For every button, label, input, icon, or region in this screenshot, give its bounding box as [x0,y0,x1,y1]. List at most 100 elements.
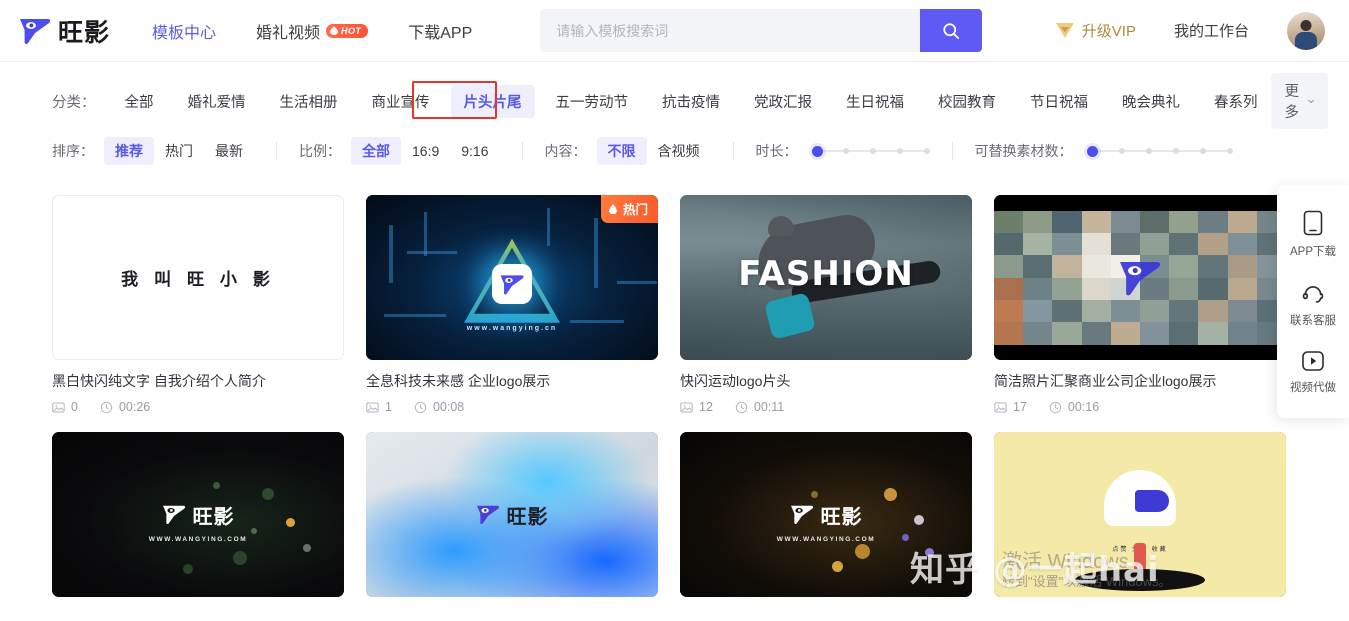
category-item-business-promo[interactable]: 商业宣传 [359,85,443,118]
category-more-label: 更多 [1284,84,1300,121]
nav-item-download-app[interactable]: 下载APP [408,19,472,43]
chevron-down-icon [1307,99,1314,103]
avatar[interactable] [1287,11,1325,50]
clip-count-value: 12 [699,400,713,414]
ratio-option-9-16[interactable]: 9:16 [450,139,499,163]
category-item-gala[interactable]: 晚会典礼 [1109,85,1193,118]
nav-label: 婚礼视频 [256,24,321,42]
clip-count: 0 [52,400,78,414]
duration-value: 00:16 [1067,400,1100,414]
slider-step[interactable] [870,148,876,154]
nav-item-wedding-video[interactable]: 婚礼视频 HOT [256,19,369,43]
duration: 00:11 [735,400,784,414]
logo-url-text: WWW.WANGYING.COM [148,535,248,543]
headset-icon [1302,286,1324,303]
duration: 00:16 [1049,400,1099,414]
category-item-birthday[interactable]: 生日祝福 [833,85,917,118]
float-item-contact-support[interactable]: 联系客服 [1277,270,1349,339]
template-thumbnail[interactable]: 点赞 关注 收藏 [994,432,1286,597]
template-card[interactable]: 旺影 WWW.WANGYING.COM [680,432,972,597]
template-card[interactable]: 旺影 WWW.WANGYING.COM [52,432,344,597]
replaceable-slider[interactable] [1086,145,1233,157]
brand-logo[interactable]: 旺影 [18,13,110,49]
sort-option-popular[interactable]: 热门 [154,137,204,165]
replaceable-label: 可替换素材数： [974,143,1073,159]
sort-option-newest[interactable]: 最新 [204,137,254,165]
slider-step[interactable] [896,148,903,154]
search-icon [943,22,960,39]
filter-group-ratio: 比例： 全部 16:9 9:16 [299,137,500,165]
slider-handle[interactable] [1086,145,1098,157]
float-item-label: 联系客服 [1290,315,1336,327]
template-card[interactable]: 简洁照片汇聚商业公司企业logo展示 17 00:16 [994,195,1286,414]
ratio-option-16-9[interactable]: 16:9 [401,139,450,163]
category-item-intro-outro[interactable]: 片头片尾 [450,84,535,118]
template-thumbnail[interactable]: 旺影 [366,432,658,597]
template-card[interactable]: www.wangying.cn 热门 全息科技未来感 企业logo展示 1 00… [366,195,658,414]
category-item-life-album[interactable]: 生活相册 [267,85,351,118]
sort-label: 排序： [52,143,94,159]
template-card[interactable]: FASHION 快闪运动logo片头 12 00:11 [680,195,972,414]
site-header: 旺影 模板中心 婚礼视频 HOT 下载APP 升级VIP 我的工作台 [0,0,1349,62]
thumbnail-art: FASHION [680,195,972,360]
category-item-party-report[interactable]: 党政汇报 [741,85,825,118]
my-workbench-link[interactable]: 我的工作台 [1174,20,1249,41]
duration: 00:08 [414,400,464,414]
play-circle-icon [1302,351,1324,371]
category-item-wedding-love[interactable]: 婚礼爱情 [175,85,259,118]
thumbnail-art: 旺影 WWW.WANGYING.COM [680,432,972,597]
template-thumbnail[interactable]: FASHION [680,195,972,360]
duration: 00:26 [100,400,150,414]
nav-item-template-center[interactable]: 模板中心 [152,19,216,43]
template-thumbnail[interactable]: 旺影 WWW.WANGYING.COM [680,432,972,597]
secondary-filter-bar: 排序： 推荐 热门 最新 比例： 全部 16:9 9:16 内容： 不限 含视频… [0,131,1349,171]
slider-step[interactable] [1118,148,1125,154]
category-item-spring-series[interactable]: 春系列 [1201,85,1271,118]
ratio-option-all[interactable]: 全部 [351,137,401,165]
category-item-campus-education[interactable]: 校园教育 [925,85,1009,118]
mobile-phone-icon [1303,210,1323,236]
main-nav: 模板中心 婚礼视频 HOT 下载APP [152,19,472,43]
category-item-anti-epidemic[interactable]: 抗击疫情 [649,85,733,118]
template-thumbnail[interactable]: 旺影 WWW.WANGYING.COM [52,432,344,597]
category-list: 全部 婚礼爱情 生活相册 商业宣传 片头片尾 五一劳动节 抗击疫情 党政汇报 生… [112,84,1271,118]
search-button[interactable] [920,9,983,52]
category-more-button[interactable]: 更多 [1270,73,1328,129]
template-meta: 12 00:11 [680,400,972,414]
slider-step[interactable] [1172,148,1179,154]
template-title: 黑白快闪纯文字 自我介绍个人简介 [52,373,266,389]
slider-step[interactable] [1145,148,1152,154]
thumbnail-art: 旺影 [366,432,658,597]
slider-step[interactable] [1199,148,1206,154]
template-card[interactable]: 点赞 关注 收藏 [994,432,1286,597]
slider-step[interactable] [1226,148,1233,154]
duration-slider[interactable] [811,145,930,157]
template-thumbnail[interactable]: 我 叫 旺 小 影 [52,195,344,360]
category-item-festival[interactable]: 节日祝福 [1017,85,1101,118]
duration-label: 时长： [755,143,798,159]
sort-option-recommended[interactable]: 推荐 [104,137,154,165]
float-item-video-service[interactable]: 视频代做 [1277,339,1349,406]
template-card[interactable]: 旺影 [366,432,658,597]
template-thumbnail[interactable]: www.wangying.cn 热门 [366,195,658,360]
category-item-labor-day[interactable]: 五一劳动节 [543,85,642,118]
slider-handle[interactable] [811,145,823,157]
template-card[interactable]: 我 叫 旺 小 影 黑白快闪纯文字 自我介绍个人简介 0 00:26 [52,195,344,414]
wangying-logo-icon [500,274,524,295]
slider-step[interactable] [923,148,930,154]
content-option-unlimited[interactable]: 不限 [596,137,647,165]
slider-step[interactable] [843,148,850,154]
thumbnail-url-text: www.wangying.cn [466,325,558,332]
upgrade-vip-button[interactable]: 升级VIP [1055,20,1136,41]
search-input[interactable] [540,9,921,52]
clock-icon [100,401,113,413]
category-item-all[interactable]: 全部 [112,85,167,118]
template-meta: 1 00:08 [366,400,658,414]
header-right-actions: 升级VIP 我的工作台 [1055,11,1325,50]
filter-divider [521,142,523,160]
filter-group-duration: 时长： [756,141,930,161]
template-thumbnail[interactable] [994,195,1286,360]
content-option-with-video[interactable]: 含视频 [647,137,711,165]
nav-label: 模板中心 [152,24,217,42]
float-item-app-download[interactable]: APP下载 [1277,199,1349,270]
